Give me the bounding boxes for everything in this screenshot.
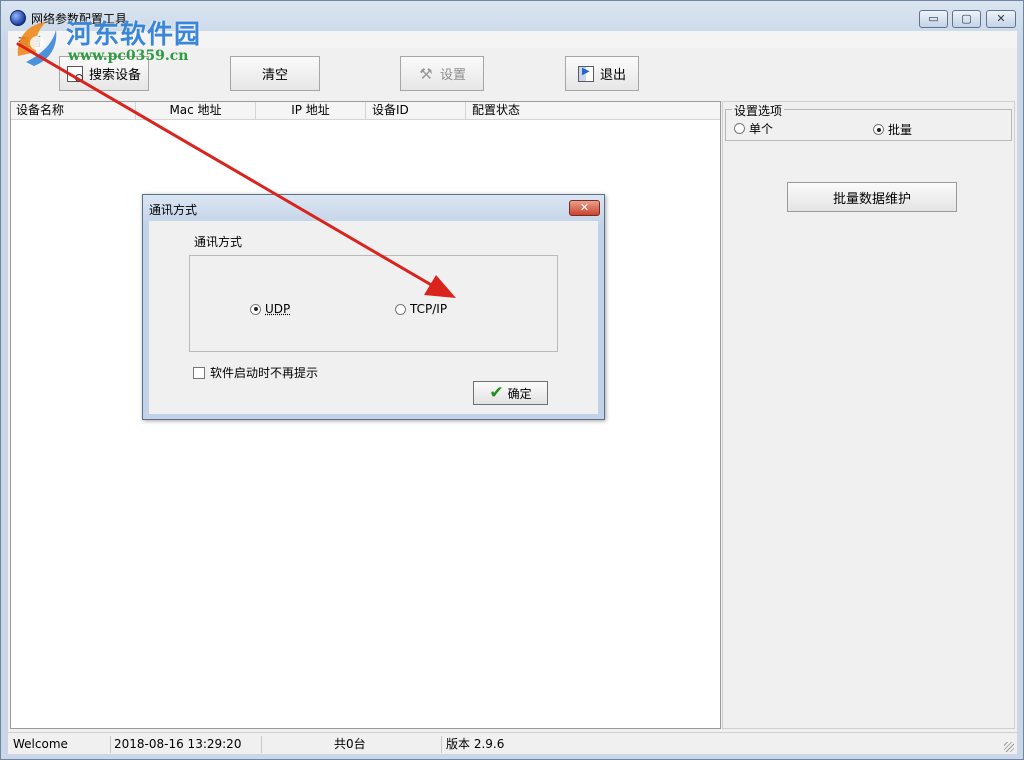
- exit-label: 退出: [599, 68, 626, 83]
- tools-icon: ⚒: [419, 64, 433, 83]
- option-bulk-label: 批量: [888, 123, 913, 137]
- option-single-label: 单个: [749, 122, 774, 136]
- checkmark-icon: ✔: [489, 383, 504, 403]
- no-prompt-label: 软件启动时不再提示: [210, 366, 319, 380]
- resize-grip-icon[interactable]: [1004, 742, 1014, 752]
- dialog-mode-group: UDP TCP/IP: [189, 255, 558, 352]
- watermark-logo-icon: [17, 22, 57, 66]
- bulk-data-maintenance-button[interactable]: 批量数据维护: [787, 182, 957, 212]
- column-header-device-id[interactable]: 设备ID: [366, 102, 466, 120]
- settings-options-group: 设置选项 单个 批量: [725, 102, 1012, 141]
- status-bar: Welcome 2018-08-16 13:29:20 共0台 版本 2.9.6: [8, 732, 1017, 754]
- minimize-button[interactable]: ▭: [919, 10, 948, 28]
- column-header-device-name[interactable]: 设备名称: [11, 102, 136, 120]
- checkbox-unchecked-icon: [193, 366, 205, 379]
- watermark-url: www.pc0359.cn: [68, 48, 189, 64]
- exit-door-icon: [577, 65, 594, 82]
- search-devices-label: 搜索设备: [88, 68, 141, 83]
- maximize-button[interactable]: ▢: [952, 10, 981, 28]
- radio-unchecked-icon: [395, 303, 406, 315]
- search-document-icon: [66, 65, 83, 82]
- close-button[interactable]: ✕: [986, 10, 1016, 28]
- device-list-header: 设备名称 Mac 地址 IP 地址 设备ID 配置状态: [11, 102, 720, 120]
- ok-label: 确定: [507, 386, 532, 401]
- clear-button[interactable]: 清空: [230, 56, 320, 91]
- radio-checked-icon: [250, 303, 261, 315]
- status-device-count: 共0台: [334, 736, 442, 753]
- column-header-ip[interactable]: IP 地址: [256, 102, 366, 120]
- clear-label: 清空: [261, 68, 288, 83]
- option-single-radio[interactable]: 单个: [734, 120, 773, 137]
- dialog-mode-label: 通讯方式: [194, 235, 243, 249]
- communication-mode-dialog: 通讯方式 ✕ 通讯方式 UDP TCP/IP 软件启动时不再提示 ✔ 确定: [142, 194, 605, 420]
- ok-button[interactable]: ✔ 确定: [473, 381, 548, 405]
- settings-button[interactable]: ⚒ 设置: [400, 56, 484, 91]
- status-version: 版本 2.9.6: [446, 737, 505, 751]
- settings-panel: 设置选项 单个 批量 批量数据维护: [722, 101, 1015, 729]
- settings-label: 设置: [439, 68, 466, 83]
- status-message: Welcome: [13, 736, 111, 753]
- no-prompt-checkbox[interactable]: 软件启动时不再提示: [193, 364, 318, 381]
- exit-button[interactable]: 退出: [565, 56, 639, 91]
- dialog-client-area: 通讯方式 UDP TCP/IP 软件启动时不再提示 ✔ 确定: [149, 221, 598, 414]
- column-header-mac[interactable]: Mac 地址: [136, 102, 256, 120]
- udp-radio[interactable]: UDP: [250, 302, 290, 316]
- tcpip-radio[interactable]: TCP/IP: [395, 302, 447, 316]
- dialog-title: 通讯方式: [149, 203, 198, 217]
- column-header-config-status[interactable]: 配置状态: [466, 102, 720, 120]
- udp-label: UDP: [265, 302, 291, 316]
- status-datetime: 2018-08-16 13:29:20: [114, 736, 262, 753]
- settings-options-title: 设置选项: [732, 102, 785, 119]
- radio-checked-icon: [873, 124, 884, 135]
- dialog-close-button[interactable]: ✕: [569, 200, 600, 216]
- watermark-title: 河东软件园: [66, 20, 202, 50]
- option-bulk-radio[interactable]: 批量: [873, 121, 912, 138]
- tcpip-label: TCP/IP: [410, 302, 448, 316]
- radio-unchecked-icon: [734, 123, 745, 134]
